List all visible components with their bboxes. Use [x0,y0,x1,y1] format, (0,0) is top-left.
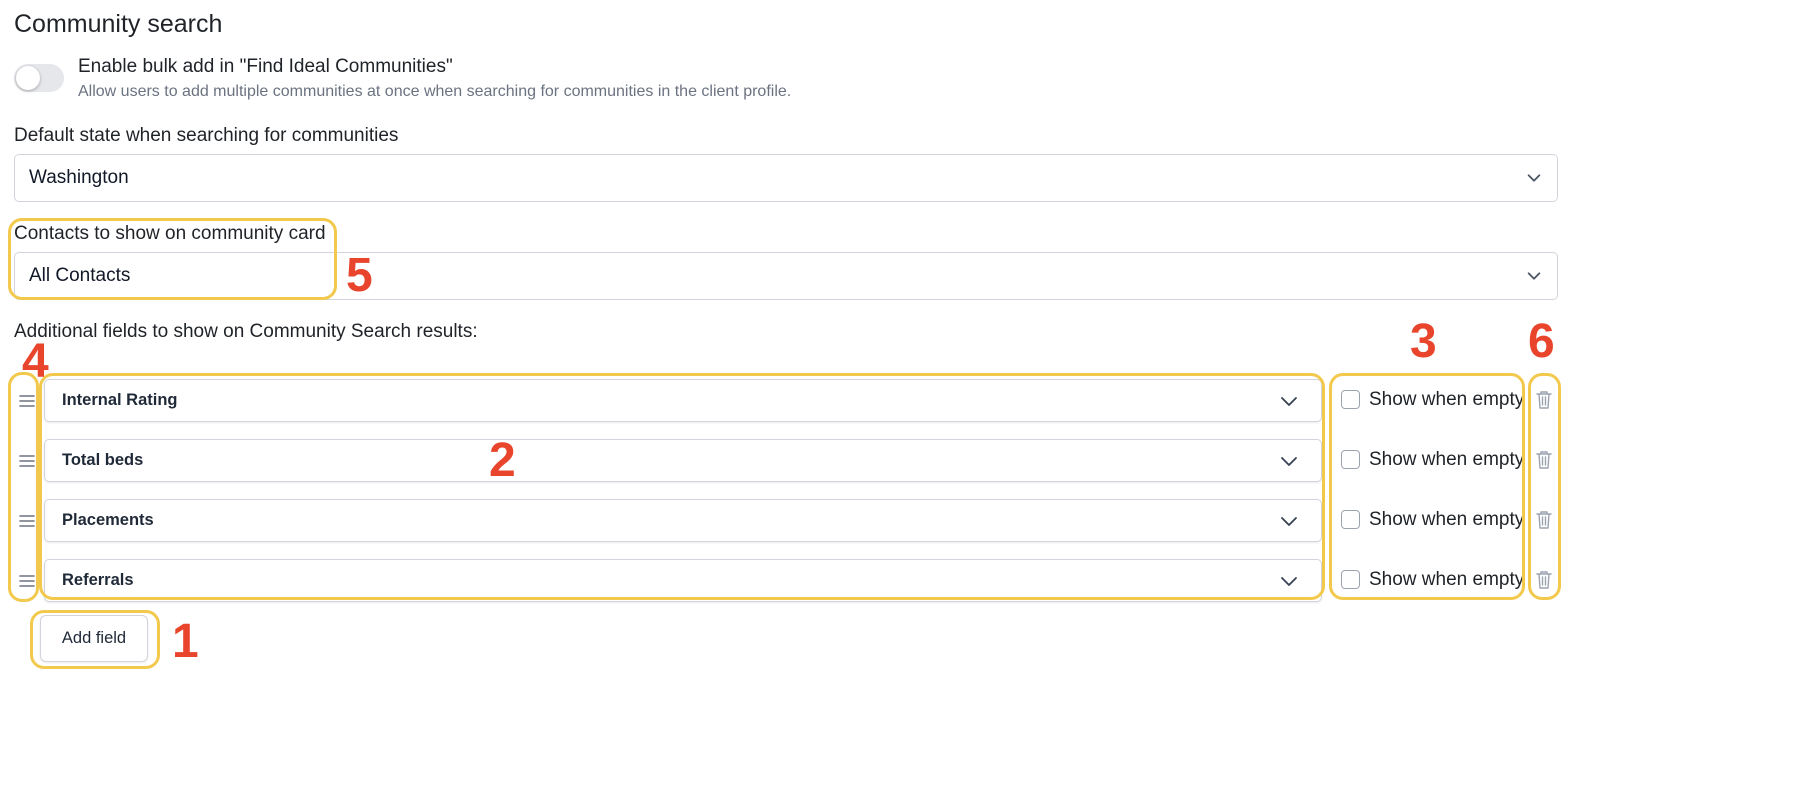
default-state-select[interactable]: Washington [14,154,1558,202]
annotation-number-1: 1 [172,615,199,668]
annotation-number-5: 5 [346,249,373,302]
default-state-label: Default state when searching for communi… [14,125,399,146]
page-title: Community search [14,10,223,38]
additional-fields-label: Additional fields to show on Community S… [14,321,478,342]
annotation-number-3: 3 [1410,315,1437,368]
chevron-down-icon [1281,576,1297,586]
field-select-value: Placements [62,511,154,529]
field-select-placements[interactable]: Placements [44,499,1322,542]
show-when-empty-checkbox[interactable] [1341,570,1360,589]
field-select-value: Referrals [62,571,134,589]
field-select-internal-rating[interactable]: Internal Rating [44,379,1322,422]
trash-icon[interactable] [1535,390,1553,410]
show-when-empty-label: Show when empty [1369,449,1525,470]
chevron-down-icon [1281,456,1297,466]
annotation-number-4: 4 [22,335,49,388]
bulk-add-toggle[interactable] [14,64,64,92]
show-when-empty-label: Show when empty [1369,569,1525,590]
trash-icon[interactable] [1535,570,1553,590]
show-when-empty-checkbox[interactable] [1341,510,1360,529]
drag-handle-icon[interactable] [17,391,37,411]
bulk-add-label: Enable bulk add in "Find Ideal Communiti… [78,56,453,77]
field-select-value: Internal Rating [62,391,178,409]
drag-handle-icon[interactable] [17,451,37,471]
contacts-label: Contacts to show on community card [14,223,326,244]
show-when-empty-checkbox[interactable] [1341,390,1360,409]
drag-handle-icon[interactable] [17,511,37,531]
toggle-knob [16,66,40,90]
annotation-number-2: 2 [489,434,516,487]
show-when-empty-checkbox[interactable] [1341,450,1360,469]
bulk-add-description: Allow users to add multiple communities … [78,83,792,100]
field-select-total-beds[interactable]: Total beds [44,439,1322,482]
field-select-value: Total beds [62,451,144,469]
contacts-value: All Contacts [29,265,131,286]
chevron-down-icon [1281,396,1297,406]
field-select-referrals[interactable]: Referrals [44,559,1322,602]
show-when-empty-label: Show when empty [1369,509,1525,530]
chevron-down-icon [1281,516,1297,526]
trash-icon[interactable] [1535,450,1553,470]
default-state-value: Washington [29,167,129,188]
chevron-down-icon [1527,174,1541,182]
trash-icon[interactable] [1535,510,1553,530]
chevron-down-icon [1527,272,1541,280]
annotation-number-6: 6 [1528,315,1555,368]
contacts-select[interactable]: All Contacts [14,252,1558,300]
add-field-button[interactable]: Add field [40,615,148,662]
drag-handle-icon[interactable] [17,571,37,591]
show-when-empty-label: Show when empty [1369,389,1525,410]
